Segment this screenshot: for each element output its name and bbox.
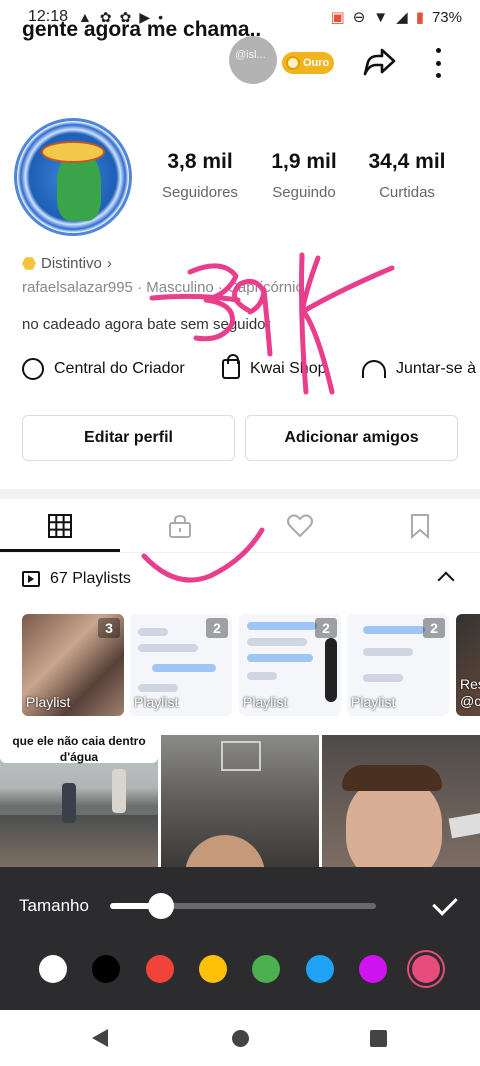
user-info: rafaelsalazar995 · Masculino · Capricórn…	[22, 279, 304, 296]
battery-percent: 73%	[431, 8, 462, 26]
draw-tool-panel	[0, 867, 480, 1010]
color-swatch[interactable]	[412, 955, 440, 983]
color-swatch[interactable]	[146, 955, 174, 983]
playlist-icon	[22, 571, 40, 587]
dnd-icon: ⊖	[352, 9, 366, 26]
playlist-card[interactable]: 2 Playlist	[239, 614, 341, 716]
home-icon[interactable]	[232, 1030, 249, 1047]
color-swatch[interactable]	[306, 955, 334, 983]
touch-overlay: @isl...	[229, 36, 277, 84]
following-count: 1,9 mil	[271, 150, 337, 173]
recents-icon[interactable]	[370, 1030, 387, 1047]
grid-icon	[48, 514, 72, 538]
video-caption: que ele não caia dentro d'água	[12, 735, 146, 764]
more-options-icon[interactable]	[428, 46, 448, 80]
battery-icon: ▮	[415, 9, 424, 26]
section-divider	[0, 489, 480, 499]
bookmark-icon	[411, 514, 429, 539]
size-label: Tamanho	[19, 896, 89, 915]
shopping-bag-icon	[222, 354, 240, 379]
tab-grid[interactable]	[0, 500, 120, 552]
cast-icon: ▣	[330, 9, 345, 26]
color-swatch[interactable]	[92, 955, 120, 983]
size-slider-handle[interactable]	[147, 893, 174, 919]
video-thumbnail[interactable]: que ele não caia dentro d'água	[0, 735, 158, 867]
playlists-header[interactable]: 67 Playlists	[22, 570, 131, 588]
tent-icon	[362, 360, 386, 378]
likes-count: 34,4 mil	[368, 150, 446, 173]
join-link[interactable]: Juntar-se à	[362, 356, 476, 382]
kwai-shop-link[interactable]: Kwai Shop	[222, 354, 327, 382]
distintivo-link[interactable]: Distintivo ›	[22, 255, 112, 272]
bio: no cadeado agora bate sem seguidor	[22, 316, 271, 333]
stat-followers[interactable]: 3,8 mil Seguidores	[158, 150, 242, 201]
tab-private[interactable]	[120, 500, 240, 552]
tab-likes[interactable]	[240, 500, 360, 552]
playlist-card[interactable]: 2 Playlist	[130, 614, 232, 716]
back-icon[interactable]	[92, 1029, 108, 1047]
playlist-card[interactable]: 3 Playlist	[22, 614, 124, 716]
playlist-card[interactable]: Res @c	[456, 614, 480, 716]
chevron-up-icon[interactable]	[437, 571, 455, 589]
ouro-badge[interactable]: Ouro	[282, 52, 334, 74]
playlist-card[interactable]: 2 Playlist	[347, 614, 449, 716]
coin-icon	[286, 56, 300, 70]
edit-profile-button[interactable]: Editar perfil	[22, 415, 235, 461]
chevron-right-icon: ›	[106, 255, 112, 272]
badge-hex-icon	[22, 257, 36, 270]
lightning-icon	[22, 358, 44, 380]
tab-saved[interactable]	[360, 500, 480, 552]
creator-center-link[interactable]: Central do Criador	[22, 356, 185, 382]
straw-hat	[41, 141, 105, 163]
color-swatch[interactable]	[252, 955, 280, 983]
likes-label: Curtidas	[379, 184, 435, 201]
stat-following[interactable]: 1,9 mil Seguindo	[262, 150, 346, 201]
signal-icon: ◢	[396, 9, 408, 26]
color-swatch[interactable]	[359, 955, 387, 983]
heart-icon	[287, 514, 313, 538]
video-thumbnail[interactable]	[322, 735, 480, 867]
color-swatch[interactable]	[199, 955, 227, 983]
avatar[interactable]	[14, 118, 132, 236]
stat-likes[interactable]: 34,4 mil Curtidas	[360, 150, 454, 201]
add-friends-button[interactable]: Adicionar amigos	[245, 415, 458, 461]
profile-title: gente agora me chama..	[22, 18, 262, 41]
tab-underline	[0, 552, 480, 553]
followers-label: Seguidores	[162, 184, 238, 201]
share-icon[interactable]	[360, 44, 398, 82]
lock-icon	[169, 514, 191, 538]
wifi-icon: ▼	[373, 8, 389, 26]
video-thumbnail[interactable]	[161, 735, 319, 867]
color-swatch[interactable]	[39, 955, 67, 983]
followers-count: 3,8 mil	[167, 150, 233, 173]
following-label: Seguindo	[272, 184, 336, 201]
